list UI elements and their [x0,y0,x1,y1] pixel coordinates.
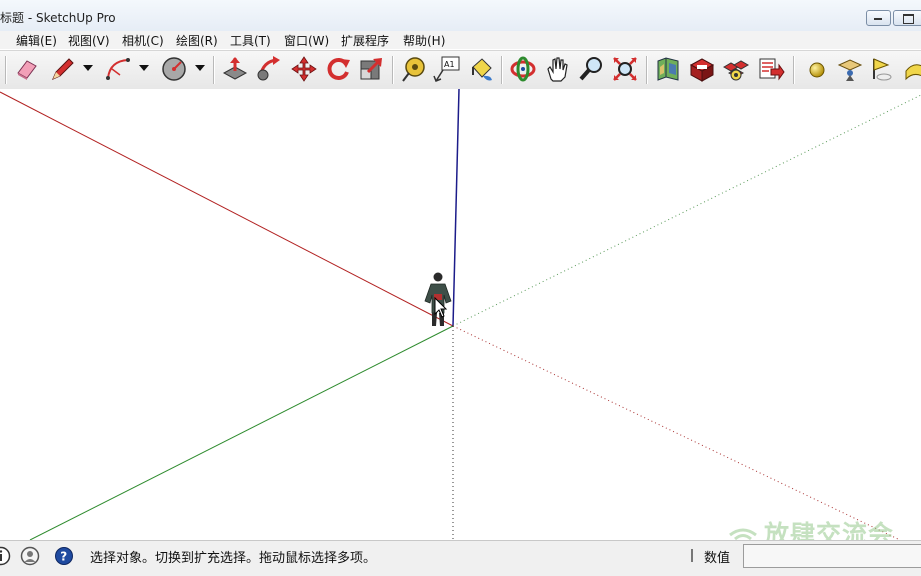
paint-bucket-icon[interactable] [467,55,495,83]
menu-draw[interactable]: 绘图(R) [176,32,218,49]
chevron-down-icon[interactable] [195,65,205,71]
axes-canvas [0,89,921,540]
green-axis [29,325,454,540]
menu-bar: 编辑(E) 视图(V) 相机(C) 绘图(R) 工具(T) 窗口(W) 扩展程序… [0,31,921,49]
status-bar: ? 选择对象。切换到扩充选择。拖动鼠标选择多项。 数值 [0,540,921,576]
menu-window[interactable]: 窗口(W) [284,32,329,49]
position-camera-icon[interactable] [836,55,864,83]
large-toolset-toolbar: A1 [0,50,921,90]
walk-flag-icon[interactable] [868,55,896,83]
eraser-icon[interactable] [12,55,40,83]
rotate-icon[interactable] [324,55,352,83]
pan-icon[interactable] [543,55,571,83]
minimize-icon [874,18,882,20]
svg-text:A1: A1 [444,60,455,69]
info-icon[interactable] [0,546,11,566]
move-icon[interactable] [290,55,318,83]
green-axis-dotted [452,94,921,327]
menu-help[interactable]: 帮助(H) [403,32,445,49]
toolbar-separator [392,56,393,84]
toolbar-separator [501,56,502,84]
maximize-icon [903,14,914,24]
blue-axis [452,89,460,327]
toolbar-separator [646,56,647,84]
status-divider [691,549,693,562]
minimize-button[interactable] [866,10,891,26]
menu-extensions[interactable]: 扩展程序 [341,32,389,49]
follow-me-icon[interactable] [255,55,283,83]
push-pull-icon[interactable] [221,55,249,83]
section-icon[interactable] [902,55,921,83]
title-bar: 标题 - SketchUp Pro [0,0,921,32]
tape-measure-icon[interactable] [399,55,427,83]
pencil-line-icon[interactable] [48,55,76,83]
maximize-button[interactable] [893,10,921,26]
toolbar-separator [5,56,6,84]
help-icon[interactable]: ? [54,546,74,566]
user-icon[interactable] [20,546,40,566]
zoom-extents-icon[interactable] [611,55,639,83]
model-viewport[interactable] [0,89,921,540]
components-icon[interactable] [722,55,750,83]
menu-tools[interactable]: 工具(T) [230,32,271,49]
toolbar-separator [213,56,214,84]
chevron-down-icon[interactable] [139,65,149,71]
chevron-down-icon[interactable] [83,65,93,71]
3d-warehouse-icon[interactable] [654,55,682,83]
measurements-label: 数值 [704,551,731,566]
red-axis [0,91,454,327]
sketchup-window: 标题 - SketchUp Pro 编辑(E) 视图(V) 相机(C) 绘图(R… [0,0,921,576]
menu-camera[interactable]: 相机(C) [122,32,164,49]
text-icon[interactable]: A1 [433,55,461,83]
window-title: 标题 - SketchUp Pro [0,11,116,25]
sphere-icon[interactable] [803,55,831,83]
status-message: 选择对象。切换到扩充选择。拖动鼠标选择多项。 [90,551,377,566]
arc-icon[interactable] [104,55,132,83]
toolbar-separator [793,56,794,84]
scale-icon[interactable] [357,55,385,83]
zoom-icon[interactable] [578,55,606,83]
layout-send-icon[interactable] [757,55,785,83]
svg-text:?: ? [60,550,67,564]
orbit-icon[interactable] [509,55,537,83]
menu-edit[interactable]: 编辑(E) [16,32,57,49]
red-axis-dotted [452,325,901,540]
menu-view[interactable]: 视图(V) [68,32,110,49]
measurements-field[interactable] [743,544,921,568]
circle-icon[interactable] [160,55,188,83]
extension-warehouse-icon[interactable] [688,55,716,83]
